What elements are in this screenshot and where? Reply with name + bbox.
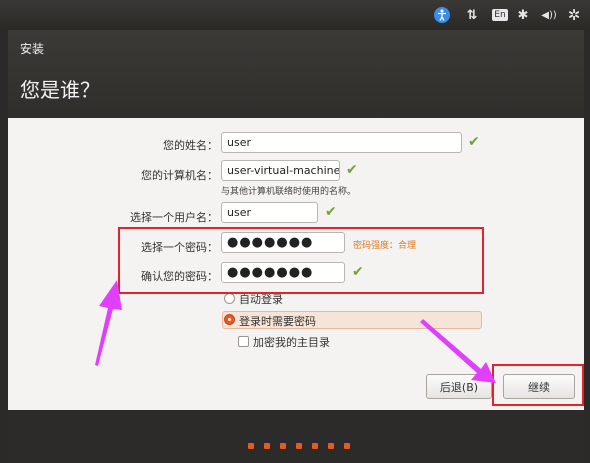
encrypt-home-label[interactable]: 加密我的主目录 (253, 334, 330, 350)
keyboard-layout-indicator[interactable]: En (490, 5, 510, 25)
progress-dot (296, 443, 302, 449)
encrypt-home-checkbox[interactable] (238, 336, 249, 347)
progress-dot (248, 443, 254, 449)
computer-name-hint: 与其他计算机联络时使用的名称。 (221, 187, 357, 197)
page-title: 您是谁？ (20, 80, 100, 102)
network-icon[interactable]: ⇅ (464, 5, 480, 25)
window-title: 安装 (20, 42, 45, 56)
require-password-label[interactable]: 登录时需要密码 (239, 313, 316, 329)
name-valid-check-icon: ✔ (468, 134, 480, 150)
auto-login-radio[interactable] (224, 293, 235, 304)
progress-dot (328, 443, 334, 449)
settings-gear-icon[interactable]: ✲ (566, 5, 582, 25)
username-label: 选择一个用户名： (130, 211, 218, 224)
top-panel: ⇅ En ✱ ◀)) ✲ (0, 0, 590, 30)
progress-dot (280, 443, 286, 449)
installer-footer (8, 410, 584, 463)
continue-highlight-box (492, 364, 584, 406)
username-field[interactable]: user (221, 202, 318, 223)
computer-name-field[interactable]: user-virtual-machine (221, 160, 340, 181)
installer-header: 安装 您是谁？ (8, 30, 584, 118)
password-highlight-box (118, 227, 484, 294)
computer-name-label: 您的计算机名： (141, 169, 218, 182)
back-button[interactable]: 后退(B) (426, 374, 492, 399)
progress-dot (264, 443, 270, 449)
name-label: 您的姓名： (163, 139, 218, 152)
progress-dot (312, 443, 318, 449)
username-valid-check-icon: ✔ (325, 204, 337, 220)
name-field[interactable]: user (221, 132, 462, 153)
keyboard-layout-label: En (492, 9, 508, 21)
require-password-radio[interactable] (224, 314, 235, 325)
volume-icon[interactable]: ◀)) (538, 5, 560, 25)
progress-dot (344, 443, 350, 449)
computer-name-valid-check-icon: ✔ (346, 162, 358, 178)
accessibility-icon[interactable] (432, 5, 452, 25)
bluetooth-icon[interactable]: ✱ (516, 5, 530, 25)
